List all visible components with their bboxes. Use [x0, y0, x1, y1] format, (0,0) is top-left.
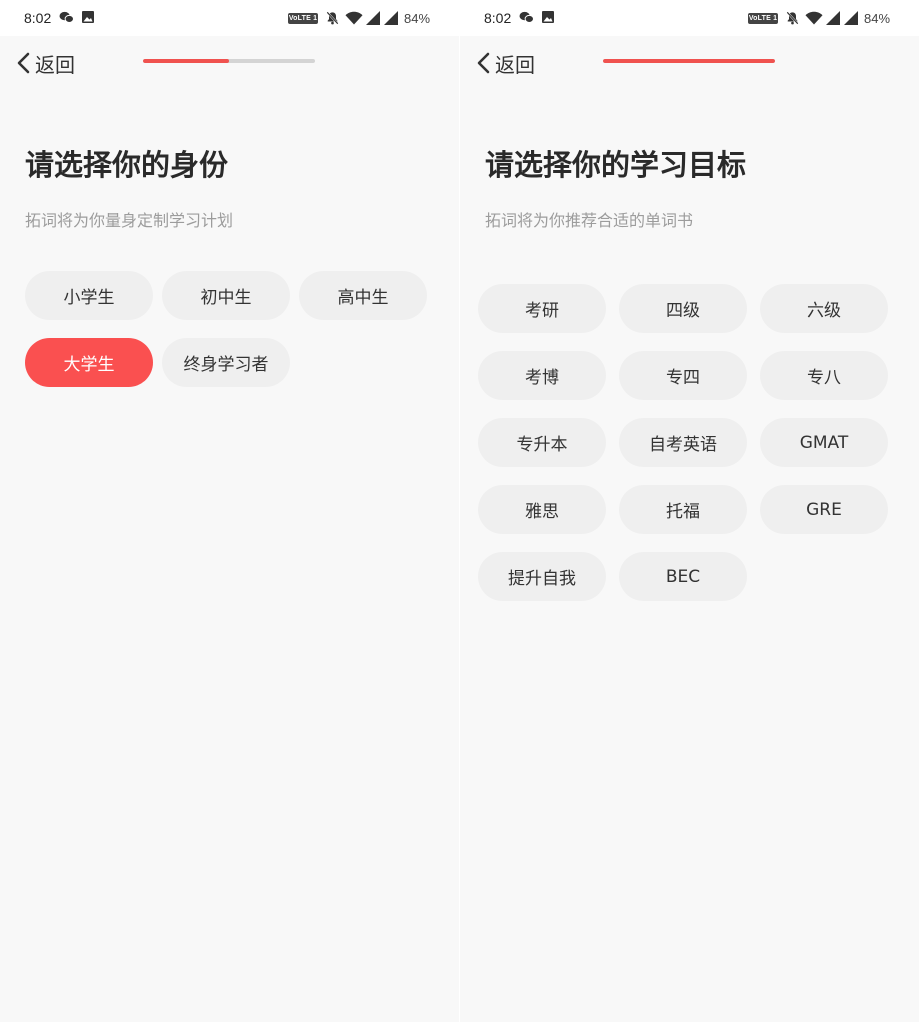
- status-time: 8:02: [24, 10, 52, 26]
- notifications-muted-icon: [326, 11, 339, 25]
- wifi-icon: [805, 11, 823, 25]
- goal-option-gre[interactable]: GRE: [760, 485, 888, 534]
- page-title: 请选择你的身份: [25, 148, 229, 182]
- wechat-icon: [59, 11, 74, 23]
- goal-selection-screen: 8:02 VoLTE 1 84% 返回 请选择你的学习目标 拓词将为你推荐合适的…: [460, 0, 919, 1022]
- signal-icon: [384, 11, 398, 25]
- progress-bar: [603, 59, 775, 63]
- goal-option-kaobo[interactable]: 考博: [478, 351, 606, 400]
- wifi-icon: [345, 11, 363, 25]
- back-label: 返回: [495, 52, 535, 77]
- back-label: 返回: [35, 52, 75, 77]
- signal-icon: [826, 11, 840, 25]
- goal-option-self-study-english[interactable]: 自考英语: [619, 418, 747, 467]
- status-time: 8:02: [484, 10, 512, 26]
- volte-badge: VoLTE 1: [288, 13, 318, 24]
- goal-option-zhuanshengben[interactable]: 专升本: [478, 418, 606, 467]
- identity-options: 小学生 初中生 高中生 大学生 终身学习者: [25, 271, 427, 387]
- wechat-icon: [519, 11, 534, 23]
- screenshot-pair: 8:02 VoLTE 1 84% 返回 请选择你的身份 拓词将为你量身定制学习计…: [0, 0, 919, 1024]
- progress-fill: [143, 59, 229, 63]
- page-title: 请选择你的学习目标: [485, 148, 747, 182]
- signal-icon: [844, 11, 858, 25]
- goal-option-kaoyan[interactable]: 考研: [478, 284, 606, 333]
- battery-level: 84%: [864, 11, 891, 26]
- goal-option-self-improvement[interactable]: 提升自我: [478, 552, 606, 601]
- image-icon: [82, 11, 94, 23]
- identity-selection-screen: 8:02 VoLTE 1 84% 返回 请选择你的身份 拓词将为你量身定制学习计…: [0, 0, 459, 1022]
- signal-icon: [366, 11, 380, 25]
- notifications-muted-icon: [786, 11, 799, 25]
- chevron-left-icon: [17, 52, 30, 74]
- identity-option-university[interactable]: 大学生: [25, 338, 153, 387]
- progress-bar: [143, 59, 315, 63]
- battery-level: 84%: [404, 11, 431, 26]
- goal-option-cet4[interactable]: 四级: [619, 284, 747, 333]
- goal-option-cet6[interactable]: 六级: [760, 284, 888, 333]
- back-button[interactable]: 返回: [16, 48, 75, 78]
- page-subtitle: 拓词将为你推荐合适的单词书: [485, 211, 694, 230]
- goal-option-tem8[interactable]: 专八: [760, 351, 888, 400]
- page-subtitle: 拓词将为你量身定制学习计划: [25, 211, 234, 230]
- progress-fill: [603, 59, 775, 63]
- goal-option-ielts[interactable]: 雅思: [478, 485, 606, 534]
- image-icon: [542, 11, 554, 23]
- status-bar: 8:02 VoLTE 1 84%: [460, 0, 919, 36]
- goal-option-toefl[interactable]: 托福: [619, 485, 747, 534]
- status-bar: 8:02 VoLTE 1 84%: [0, 0, 459, 36]
- goal-option-tem4[interactable]: 专四: [619, 351, 747, 400]
- back-button[interactable]: 返回: [476, 48, 535, 78]
- identity-option-primary-school[interactable]: 小学生: [25, 271, 153, 320]
- goal-option-gmat[interactable]: GMAT: [760, 418, 888, 467]
- identity-option-lifelong-learner[interactable]: 终身学习者: [162, 338, 290, 387]
- volte-badge: VoLTE 1: [748, 13, 778, 24]
- identity-option-high-school[interactable]: 高中生: [299, 271, 427, 320]
- goal-options: 考研 四级 六级 考博 专四 专八 专升本 自考英语 GMAT 雅思 托福 GR…: [478, 284, 888, 601]
- chevron-left-icon: [477, 52, 490, 74]
- identity-option-middle-school[interactable]: 初中生: [162, 271, 290, 320]
- goal-option-bec[interactable]: BEC: [619, 552, 747, 601]
